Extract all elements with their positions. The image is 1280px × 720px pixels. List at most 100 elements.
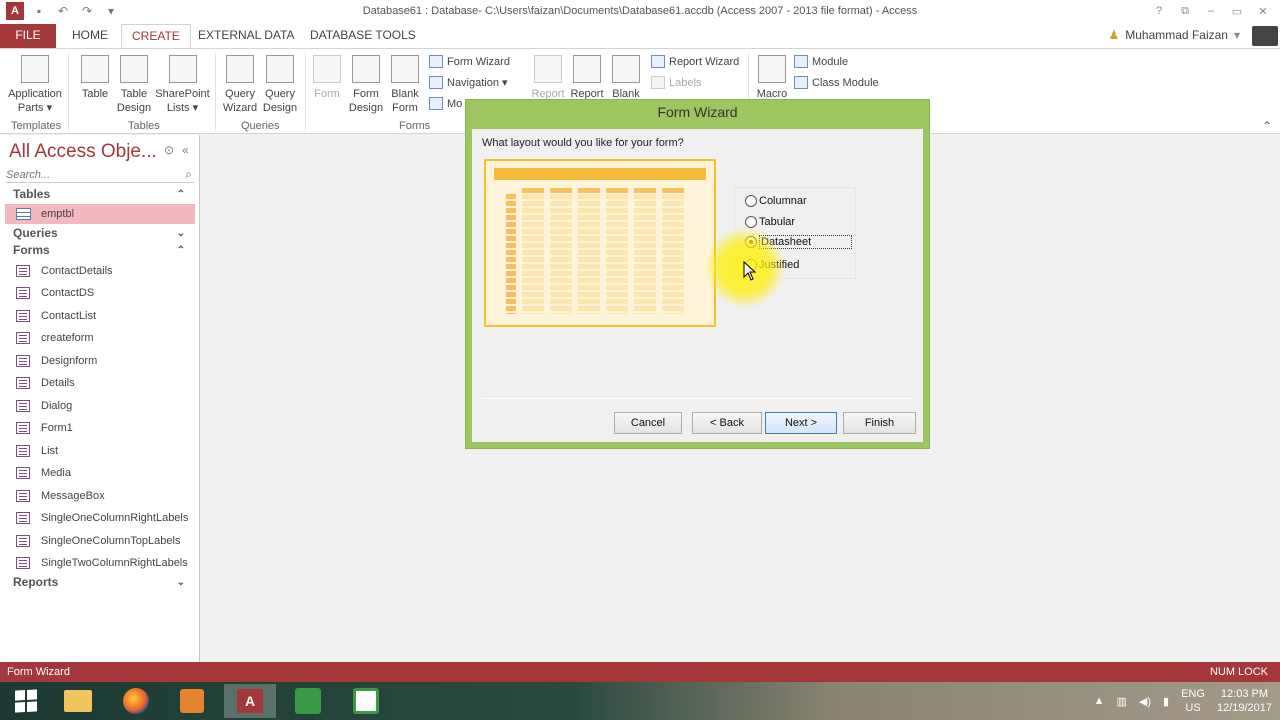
show-hidden-icons-icon[interactable]: ▲ — [1094, 695, 1105, 707]
form-design-button[interactable]: Form Design — [346, 55, 386, 115]
next-button[interactable]: Next > — [765, 412, 837, 434]
camtasia-recorder-button[interactable] — [282, 684, 334, 718]
labels-button[interactable]: Labels — [651, 76, 701, 89]
button-label: Class Module — [812, 76, 879, 89]
preview-column — [662, 194, 684, 314]
nav-section-reports[interactable]: Reports ⌄ — [5, 574, 195, 591]
form-button[interactable]: Form — [310, 55, 344, 101]
language-indicator[interactable]: ENG US — [1181, 687, 1205, 715]
query-wizard-button[interactable]: Query Wizard — [220, 55, 260, 115]
camtasia-studio-button[interactable] — [340, 684, 392, 718]
item-label: MessageBox — [41, 490, 105, 502]
nav-item-form[interactable]: SingleTwoColumnRightLabels — [5, 553, 195, 573]
tab-external-data[interactable]: EXTERNAL DATA — [188, 24, 304, 48]
report-button-disabled[interactable]: Report — [529, 55, 567, 101]
back-button[interactable]: < Back — [692, 412, 762, 434]
form-icon — [16, 377, 30, 389]
option-label: Justified — [759, 259, 800, 271]
form-wizard-button[interactable]: Form Wizard — [429, 55, 510, 68]
navigation-button[interactable]: Navigation ▾ — [429, 76, 508, 89]
table-button[interactable]: Table — [78, 55, 112, 101]
section-label: Queries — [13, 226, 58, 240]
form-icon — [16, 355, 30, 367]
cancel-button[interactable]: Cancel — [614, 412, 682, 434]
network-icon[interactable]: ▥ — [1117, 695, 1127, 708]
maximize-button[interactable]: ▭ — [1226, 2, 1248, 20]
nav-menu-chevron-icon[interactable]: ⊙ — [164, 143, 174, 157]
shutter-bar-close-icon[interactable]: « — [182, 143, 189, 157]
option-label: Columnar — [759, 195, 807, 207]
item-label: emptbl — [41, 208, 75, 220]
camtasia-studio-icon — [353, 688, 379, 714]
button-label: Query — [265, 88, 295, 100]
close-button[interactable]: ✕ — [1252, 2, 1274, 20]
macro-button[interactable]: Macro — [754, 55, 790, 101]
battery-icon[interactable]: ▮ — [1163, 695, 1169, 708]
table-design-button[interactable]: Table Design — [114, 55, 154, 115]
blank-form-button[interactable]: Blank Form — [387, 55, 423, 115]
nav-item-form[interactable]: ContactDS — [5, 283, 195, 303]
help-button[interactable]: ? — [1148, 2, 1170, 20]
avatar[interactable] — [1252, 26, 1278, 46]
media-player-button[interactable] — [166, 684, 218, 718]
minimize-button[interactable]: – — [1200, 2, 1222, 20]
form-icon — [16, 535, 30, 547]
blank-report-button[interactable]: Blank — [608, 55, 644, 101]
clock-date: 12/19/2017 — [1216, 702, 1272, 714]
nav-item-form[interactable]: Media — [5, 463, 195, 483]
volume-icon[interactable]: ◀) — [1139, 695, 1151, 708]
clock[interactable]: 12:03 PM 12/19/2017 — [1217, 687, 1272, 715]
query-design-button[interactable]: Query Design — [260, 55, 300, 115]
finish-button[interactable]: Finish — [843, 412, 916, 434]
search-icon[interactable]: ⌕ — [185, 167, 192, 182]
access-taskbar-button[interactable]: A — [224, 684, 276, 718]
nav-section-forms[interactable]: Forms ⌃ — [5, 242, 195, 259]
radio-columnar[interactable] — [745, 195, 757, 207]
firefox-button[interactable] — [110, 684, 162, 718]
tab-home[interactable]: HOME — [62, 24, 118, 48]
user-name: Muhammad Faizan — [1125, 28, 1228, 42]
tab-database-tools[interactable]: DATABASE TOOLS — [300, 24, 426, 48]
module-button[interactable]: Module — [794, 55, 848, 68]
group-divider — [305, 53, 306, 131]
ribbon-display-button[interactable]: ⧉ — [1174, 2, 1196, 20]
nav-item-table[interactable]: emptbl — [5, 204, 195, 224]
radio-tabular[interactable] — [745, 216, 757, 228]
nav-section-queries[interactable]: Queries ⌄ — [5, 225, 195, 242]
tab-file[interactable]: FILE — [0, 24, 56, 48]
user-account[interactable]: ♟ Muhammad Faizan ▾ — [1108, 28, 1240, 42]
more-forms-button[interactable]: Mo — [429, 97, 462, 110]
tab-create[interactable]: CREATE — [121, 24, 191, 48]
nav-item-form[interactable]: MessageBox — [5, 486, 195, 506]
nav-item-form[interactable]: List — [5, 441, 195, 461]
option-datasheet[interactable]: Datasheet — [745, 234, 853, 250]
start-button[interactable] — [0, 684, 52, 718]
option-tabular[interactable]: Tabular — [745, 214, 795, 230]
nav-item-form[interactable]: createform — [5, 328, 195, 348]
report-wizard-button[interactable]: Report Wizard — [651, 55, 739, 68]
nav-item-form[interactable]: SingleOneColumnTopLabels — [5, 531, 195, 551]
file-explorer-button[interactable] — [52, 684, 104, 718]
item-label: List — [41, 445, 59, 457]
class-module-button[interactable]: Class Module — [794, 76, 879, 89]
nav-item-form[interactable]: ContactDetails — [5, 261, 195, 281]
nav-item-form[interactable]: Dialog — [5, 396, 195, 416]
sharepoint-lists-button[interactable]: SharePoint Lists ▾ — [155, 55, 210, 115]
nav-item-form[interactable]: Form1 — [5, 418, 195, 438]
nav-item-form[interactable]: Designform — [5, 351, 195, 371]
preview-column — [634, 194, 656, 314]
item-label: createform — [41, 332, 94, 344]
option-columnar[interactable]: Columnar — [745, 193, 807, 209]
nav-item-form[interactable]: ContactList — [5, 306, 195, 326]
search-input[interactable] — [6, 167, 176, 182]
nav-section-tables[interactable]: Tables ⌃ — [5, 186, 195, 203]
radio-datasheet[interactable] — [745, 236, 757, 248]
folder-icon — [64, 690, 92, 712]
report-design-button[interactable]: Report — [568, 55, 606, 101]
collapse-ribbon-icon[interactable]: ⌃ — [1262, 119, 1272, 133]
nav-item-form[interactable]: Details — [5, 373, 195, 393]
nav-pane-title[interactable]: All Access Obje... — [9, 141, 157, 163]
application-parts-button[interactable]: Application Parts ▾ — [5, 55, 65, 115]
nav-item-form[interactable]: SingleOneColumnRightLabels — [5, 508, 195, 528]
status-bar: Form Wizard NUM LOCK — [0, 662, 1280, 682]
